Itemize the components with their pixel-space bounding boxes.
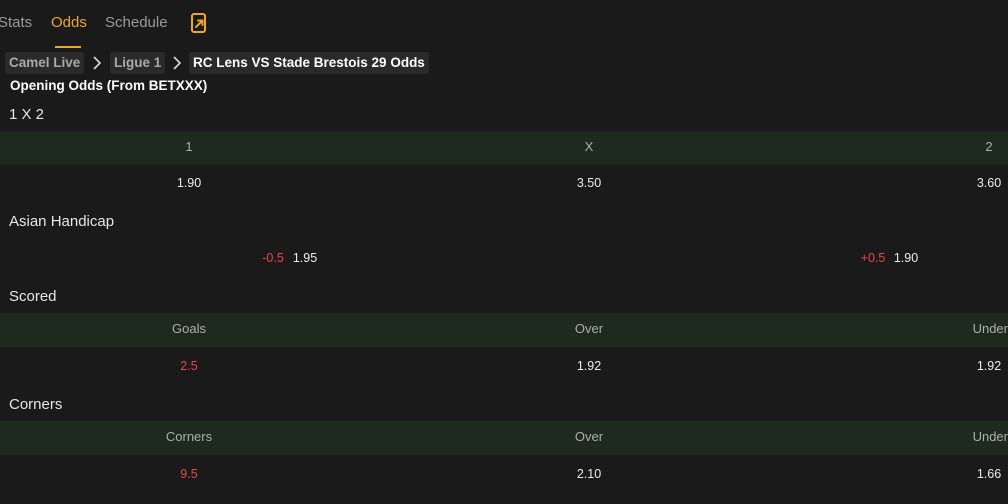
odds-value-home: 1.90 bbox=[176, 176, 202, 190]
chevron-right-icon bbox=[93, 56, 102, 70]
column-header: Corners bbox=[165, 429, 213, 444]
over-odds: 1.92 bbox=[576, 359, 602, 373]
section-title-corners: Corners bbox=[9, 396, 63, 413]
section-title-1x2: 1 X 2 bbox=[9, 106, 45, 123]
column-header: Over bbox=[574, 429, 604, 444]
table-header-row: Goals Over Under bbox=[0, 313, 1008, 347]
under-odds: 1.66 bbox=[976, 467, 1002, 481]
section-title-asian-handicap: Asian Handicap bbox=[9, 213, 115, 230]
column-header: Over bbox=[574, 321, 604, 336]
column-header: 1 bbox=[185, 139, 193, 154]
tab-schedule[interactable]: Schedule bbox=[105, 14, 168, 31]
breadcrumb-league[interactable]: Ligue 1 bbox=[110, 52, 166, 74]
under-odds: 1.92 bbox=[976, 359, 1002, 373]
tab-bar: Stats Odds Schedule bbox=[0, 0, 1008, 48]
table-header-row: Corners Over Under bbox=[0, 421, 1008, 455]
column-header: Goals bbox=[172, 321, 206, 336]
handicap-line-home: -0.5 bbox=[262, 251, 284, 265]
handicap-line-away: +0.5 bbox=[860, 251, 886, 265]
column-header: Under bbox=[972, 429, 1008, 444]
column-header: Under bbox=[972, 321, 1008, 336]
breadcrumb-current: RC Lens VS Stade Brestois 29 Odds bbox=[189, 52, 429, 74]
odds-value-draw: 3.50 bbox=[576, 176, 602, 190]
odds-value-away: 3.60 bbox=[976, 176, 1002, 190]
chevron-right-icon bbox=[173, 56, 182, 70]
goals-line: 2.5 bbox=[180, 359, 198, 373]
column-header: X bbox=[584, 139, 594, 154]
over-odds: 2.10 bbox=[576, 467, 602, 481]
corners-line: 9.5 bbox=[180, 467, 198, 481]
section-title-scored: Scored bbox=[9, 288, 57, 305]
column-header: 2 bbox=[985, 139, 993, 154]
tab-stats[interactable]: Stats bbox=[0, 14, 32, 31]
active-tab-indicator bbox=[55, 46, 81, 48]
handicap-odds-away: 1.90 bbox=[893, 251, 919, 265]
opening-odds-source: Opening Odds (From BETXXX) bbox=[10, 78, 208, 93]
odds-page: Stats Odds Schedule Camel Live Ligue 1 R… bbox=[0, 0, 1008, 504]
handicap-odds-home: 1.95 bbox=[292, 251, 318, 265]
share-icon[interactable] bbox=[189, 12, 209, 34]
breadcrumb-home[interactable]: Camel Live bbox=[5, 52, 85, 74]
table-header-row: 1 X 2 bbox=[0, 131, 1008, 165]
tab-odds[interactable]: Odds bbox=[51, 14, 87, 31]
